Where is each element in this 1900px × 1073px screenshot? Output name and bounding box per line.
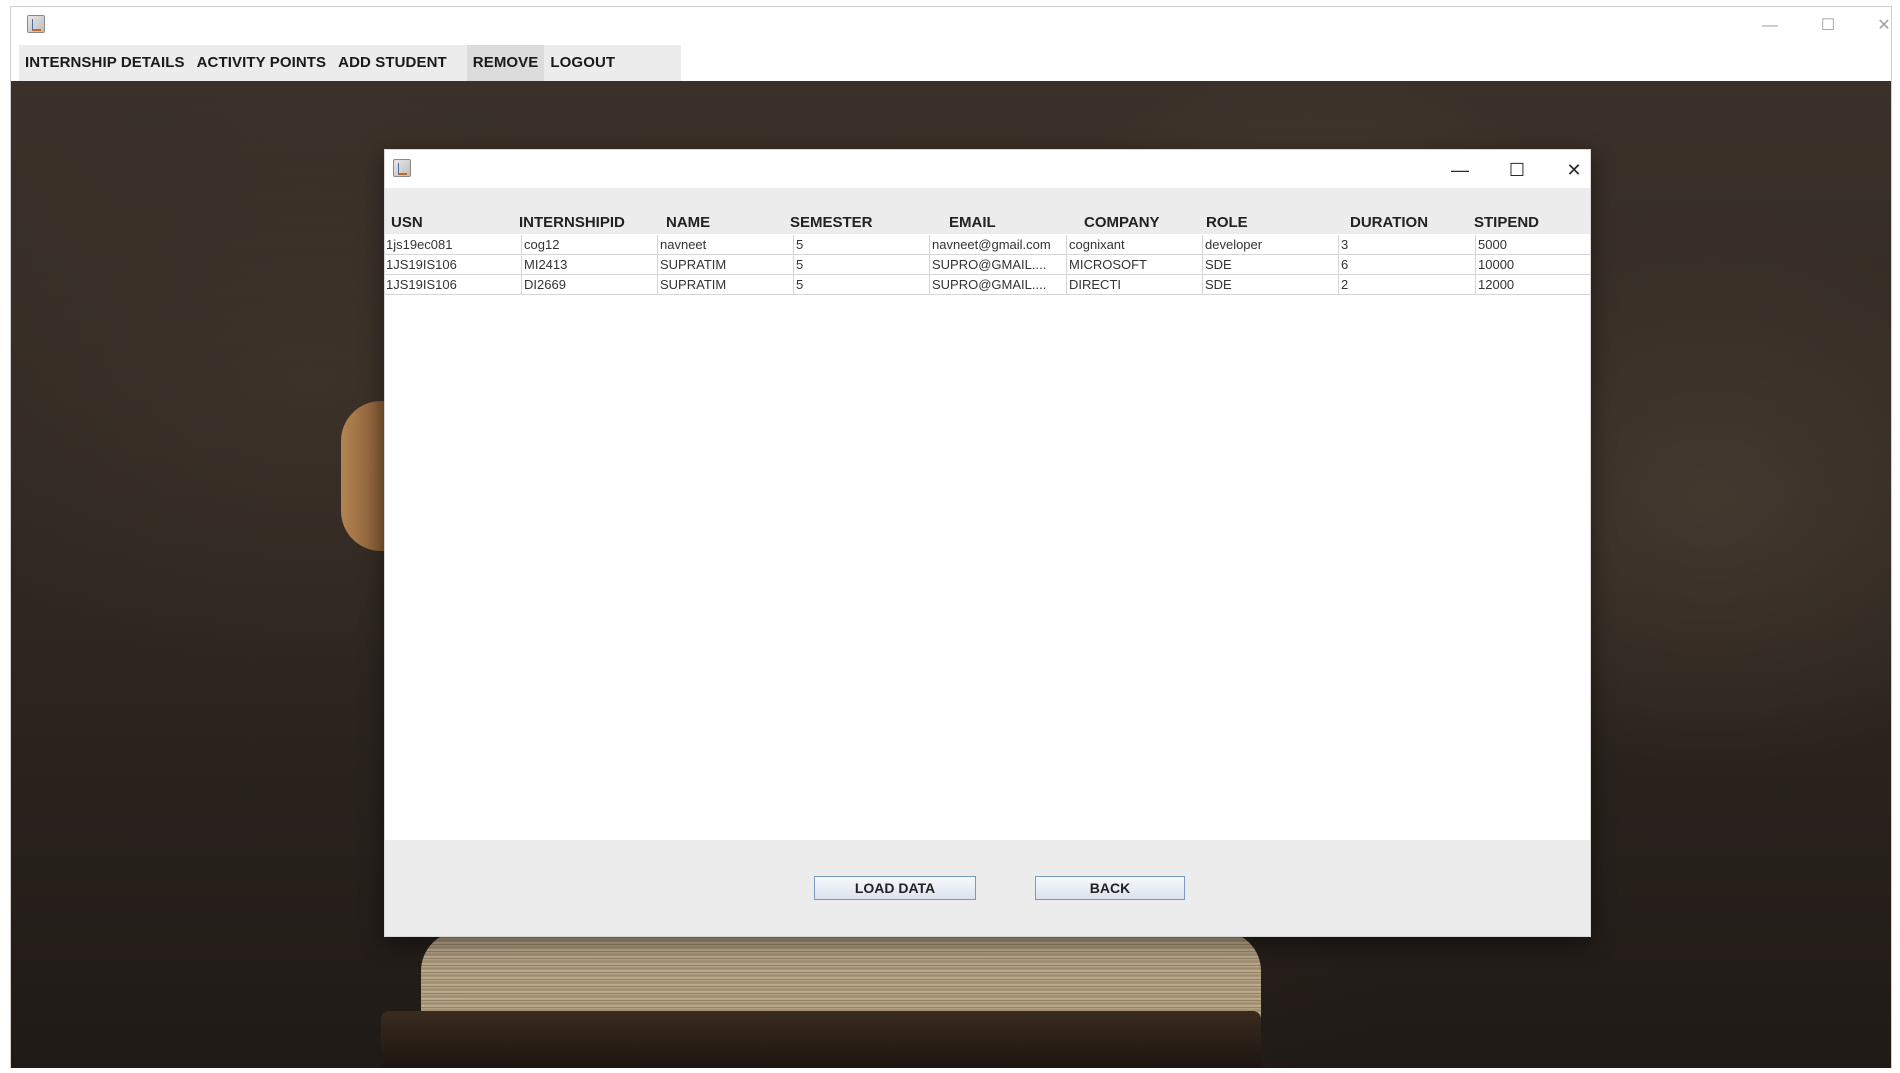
button-bar: LOAD DATA BACK: [385, 840, 1590, 936]
cell-internshipid: MI2413: [521, 255, 657, 275]
column-header-role[interactable]: ROLE: [1206, 188, 1248, 234]
column-header-company[interactable]: COMPANY: [1084, 188, 1160, 234]
cell-company: DIRECTI: [1066, 275, 1202, 295]
cell-company: MICROSOFT: [1066, 255, 1202, 275]
table-row[interactable]: 1JS19IS106 MI2413 SUPRATIM 5 SUPRO@GMAIL…: [385, 255, 1590, 275]
column-header-name[interactable]: NAME: [666, 188, 710, 234]
book-pages-image: [421, 931, 1261, 1021]
load-data-button[interactable]: LOAD DATA: [814, 876, 976, 900]
cell-name: SUPRATIM: [657, 255, 793, 275]
back-button[interactable]: BACK: [1035, 876, 1185, 900]
cell-email: SUPRO@GMAIL....: [929, 255, 1066, 275]
cell-internshipid: cog12: [521, 235, 657, 255]
close-icon[interactable]: ✕: [1561, 157, 1587, 183]
cell-duration: 2: [1338, 275, 1475, 295]
table-row[interactable]: 1JS19IS106 DI2669 SUPRATIM 5 SUPRO@GMAIL…: [385, 275, 1590, 295]
menubar: INTERNSHIP DETAILS ACTIVITY POINTS ADD S…: [19, 45, 681, 81]
column-header-semester[interactable]: SEMESTER: [790, 188, 873, 234]
column-header-email[interactable]: EMAIL: [949, 188, 996, 234]
menu-activity-points[interactable]: ACTIVITY POINTS: [191, 45, 333, 81]
book-cover-image: [381, 1011, 1261, 1068]
column-header-usn[interactable]: USN: [391, 188, 423, 234]
main-titlebar: — ☐ ✕: [11, 7, 1891, 45]
cell-role: developer: [1202, 235, 1338, 255]
minimize-icon[interactable]: —: [1759, 15, 1781, 37]
cell-role: SDE: [1202, 275, 1338, 295]
cell-duration: 3: [1338, 235, 1475, 255]
minimize-icon[interactable]: —: [1447, 157, 1473, 183]
cell-company: cognixant: [1066, 235, 1202, 255]
cell-role: SDE: [1202, 255, 1338, 275]
cell-semester: 5: [793, 275, 929, 295]
maximize-icon[interactable]: ☐: [1504, 157, 1530, 183]
java-cup-icon: [393, 159, 411, 177]
cell-email: SUPRO@GMAIL....: [929, 275, 1066, 295]
cell-internshipid: DI2669: [521, 275, 657, 295]
menu-remove[interactable]: REMOVE: [466, 45, 545, 81]
cell-duration: 6: [1338, 255, 1475, 275]
column-header-internshipid[interactable]: INTERNSHIPID: [519, 188, 625, 234]
dialog-titlebar: — ☐ ✕: [385, 150, 1590, 188]
table-header: USN INTERNSHIPID NAME SEMESTER EMAIL COM…: [385, 188, 1590, 234]
cell-stipend: 5000: [1475, 235, 1591, 255]
cell-semester: 5: [793, 255, 929, 275]
menu-add-student[interactable]: ADD STUDENT: [332, 45, 453, 81]
cell-stipend: 12000: [1475, 275, 1591, 295]
cell-usn: 1js19ec081: [386, 237, 453, 252]
column-header-stipend[interactable]: STIPEND: [1474, 188, 1539, 234]
table-row[interactable]: 1js19ec081 cog12 navneet 5 navneet@gmail…: [385, 235, 1590, 255]
cell-name: SUPRATIM: [657, 275, 793, 295]
cell-stipend: 10000: [1475, 255, 1591, 275]
cell-usn: 1JS19IS106: [386, 257, 457, 272]
java-cup-icon: [27, 15, 45, 33]
cell-name: navneet: [657, 235, 793, 255]
menu-logout[interactable]: LOGOUT: [544, 45, 621, 81]
cell-email: navneet@gmail.com: [929, 235, 1066, 255]
cell-semester: 5: [793, 235, 929, 255]
main-window: — ☐ ✕ INTERNSHIP DETAILS ACTIVITY POINTS…: [10, 6, 1892, 1068]
menu-internship-details[interactable]: INTERNSHIP DETAILS: [19, 45, 191, 81]
internship-details-dialog: — ☐ ✕ USN INTERNSHIPID NAME SEMESTER EMA…: [384, 149, 1591, 937]
column-header-duration[interactable]: DURATION: [1350, 188, 1428, 234]
maximize-icon[interactable]: ☐: [1817, 15, 1839, 37]
close-icon[interactable]: ✕: [1873, 15, 1895, 37]
cell-usn: 1JS19IS106: [386, 277, 457, 292]
data-table[interactable]: USN INTERNSHIPID NAME SEMESTER EMAIL COM…: [385, 188, 1590, 840]
